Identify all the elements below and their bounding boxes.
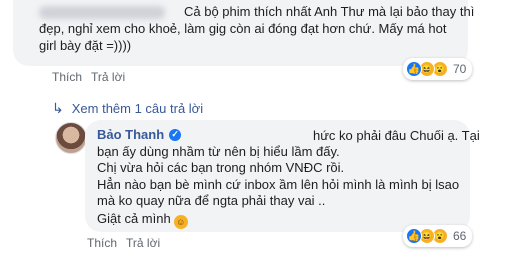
comment-text-line: hức ko phải đâu Chuối ạ. Tại [313,128,480,143]
comment-text-line: Chị vừa hỏi các bạn trong nhóm VNĐC rồi. [97,160,345,175]
like-link[interactable]: Thích [52,70,82,84]
comment-actions: Thích Trả lời [87,236,160,250]
comment-text-line: đẹp, nghỉ xem cho khoẻ, làm gig còn ai đ… [39,21,447,36]
reply-link[interactable]: Trả lời [91,70,125,84]
reaction-summary[interactable]: 👍 😆 😮 70 [403,58,473,80]
comment-text-line: mà ko quay nữa để ngta phải thay vai .. [97,193,326,208]
grin-emoji-icon: ☺ [173,215,188,229]
comment-bubble: Cả bộ phim thích nhất Anh Thư mà lại bảo… [13,0,474,66]
view-more-replies-label: Xem thêm 1 câu trả lời [71,101,204,116]
verified-icon: ✓ [169,128,182,141]
reaction-count: 66 [453,229,467,243]
reply-link[interactable]: Trả lời [126,236,160,250]
comment-text: Giật cả mình [97,211,171,226]
author-name[interactable]: Bảo Thanh ✓ [97,127,182,142]
like-link[interactable]: Thích [87,236,117,250]
comment-text-line: Giật cả mình ☺ [97,211,188,229]
comment-text-line: Cả bộ phim thích nhất Anh Thư mà lại bảo… [184,4,475,19]
view-more-replies-link[interactable]: ↳ Xem thêm 1 câu trả lời [52,100,203,117]
comment-text-line: girl bày đặt =)))) [39,38,132,53]
reaction-count: 70 [453,62,467,76]
like-icon: 👍 [406,61,422,77]
reaction-summary[interactable]: 👍 😆 😮 66 [403,225,473,247]
author-name-text: Bảo Thanh [97,127,165,142]
reply-arrow-icon: ↳ [52,100,64,116]
avatar[interactable] [55,122,87,154]
comment-text-line: Hẳn nào bạn bè mình cứ inbox ầm lên hỏi … [97,177,460,192]
like-icon: 👍 [406,228,422,244]
comment-text-line: bạn ấy dùng nhầm từ nên bị hiểu lầm đấy. [97,144,340,159]
comment-bubble: Bảo Thanh ✓ hức ko phải đâu Chuối ạ. Tại… [85,120,480,232]
comment-actions: Thích Trả lời [52,70,125,84]
